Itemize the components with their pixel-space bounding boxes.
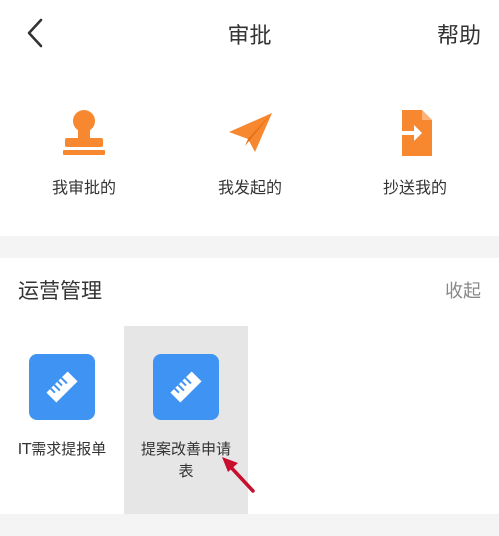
- shortcut-label: 我发起的: [217, 178, 282, 197]
- paper-plane-icon: [225, 108, 275, 158]
- shortcut-my-approvals[interactable]: 我审批的: [24, 108, 144, 198]
- shortcut-label: 我审批的: [51, 178, 116, 197]
- shortcut-label: 抄送我的: [382, 178, 447, 197]
- shortcut-my-initiated[interactable]: 我发起的: [190, 108, 310, 198]
- app-label: IT需求提报单: [17, 440, 107, 458]
- stamp-icon: [59, 108, 109, 158]
- top-bar: 审批 帮助: [0, 0, 499, 72]
- shortcut-cc-to-me[interactable]: 抄送我的: [355, 108, 475, 198]
- app-it-request[interactable]: IT需求提报单: [0, 326, 124, 514]
- help-button[interactable]: 帮助: [437, 18, 481, 50]
- approval-shortcuts: 我审批的 我发起的 抄送我的: [0, 72, 499, 236]
- annotation-arrow-icon: [222, 457, 255, 493]
- page-title: 审批: [227, 24, 272, 49]
- collapse-button[interactable]: 收起: [445, 277, 481, 303]
- bottom-divider: [0, 514, 499, 536]
- ruler-icon: [29, 354, 95, 420]
- section-title: 运营管理: [18, 279, 102, 303]
- ruler-icon: [153, 354, 219, 420]
- document-arrow-icon: [390, 108, 440, 158]
- section-divider: [0, 236, 499, 258]
